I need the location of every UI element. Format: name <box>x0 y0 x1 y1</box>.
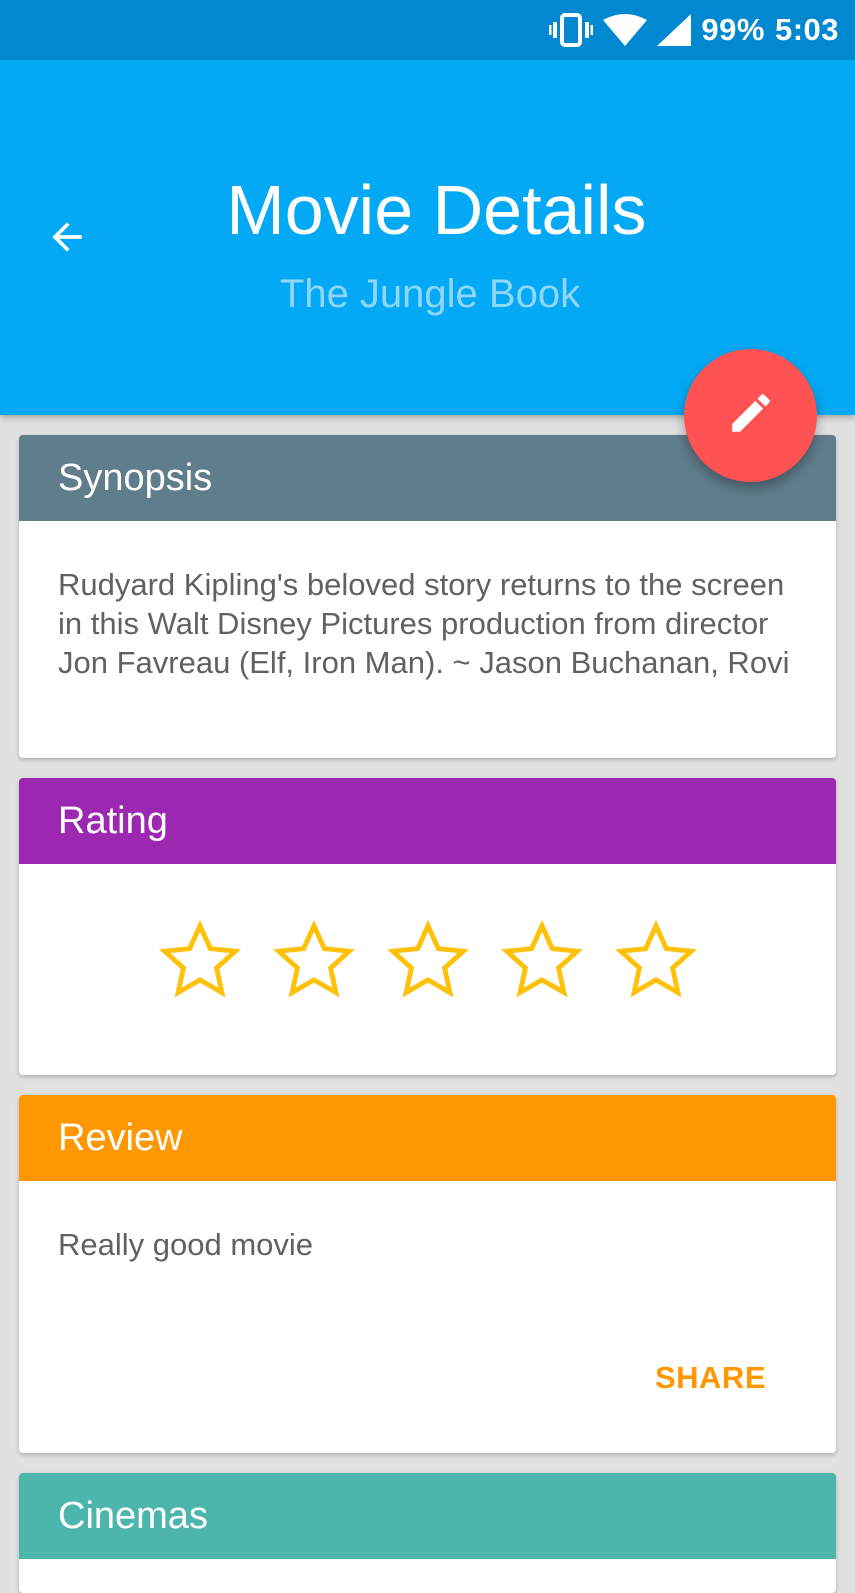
synopsis-text: Rudyard Kipling's beloved story returns … <box>58 567 790 680</box>
wifi-icon <box>603 14 648 46</box>
status-bar: 99% 5:03 <box>0 0 855 60</box>
signal-icon <box>657 14 692 46</box>
edit-fab-button[interactable] <box>684 349 817 482</box>
review-text: Really good movie <box>58 1227 314 1262</box>
movie-subtitle: The Jungle Book <box>279 272 581 316</box>
cinemas-header: Cinemas <box>19 1473 836 1559</box>
star-rating[interactable] <box>19 864 836 1006</box>
rating-card: Rating <box>19 778 836 1075</box>
synopsis-card: Synopsis Rudyard Kipling's beloved story… <box>19 435 836 758</box>
review-card: Review Really good movie SHARE <box>19 1095 836 1453</box>
star-icon[interactable] <box>269 916 359 1006</box>
star-icon[interactable] <box>155 916 245 1006</box>
share-button[interactable]: SHARE <box>655 1360 766 1396</box>
cinemas-card: Cinemas <box>19 1473 836 1593</box>
clock: 5:03 <box>774 12 839 47</box>
star-icon[interactable] <box>383 916 473 1006</box>
review-header: Review <box>19 1095 836 1181</box>
rating-header: Rating <box>19 778 836 864</box>
page-title: Movie Details <box>226 171 647 249</box>
edit-pencil-icon <box>726 388 776 443</box>
star-icon[interactable] <box>497 916 587 1006</box>
battery-level: 99% <box>701 12 765 47</box>
star-icon[interactable] <box>611 916 701 1006</box>
vibrate-icon <box>549 13 594 47</box>
